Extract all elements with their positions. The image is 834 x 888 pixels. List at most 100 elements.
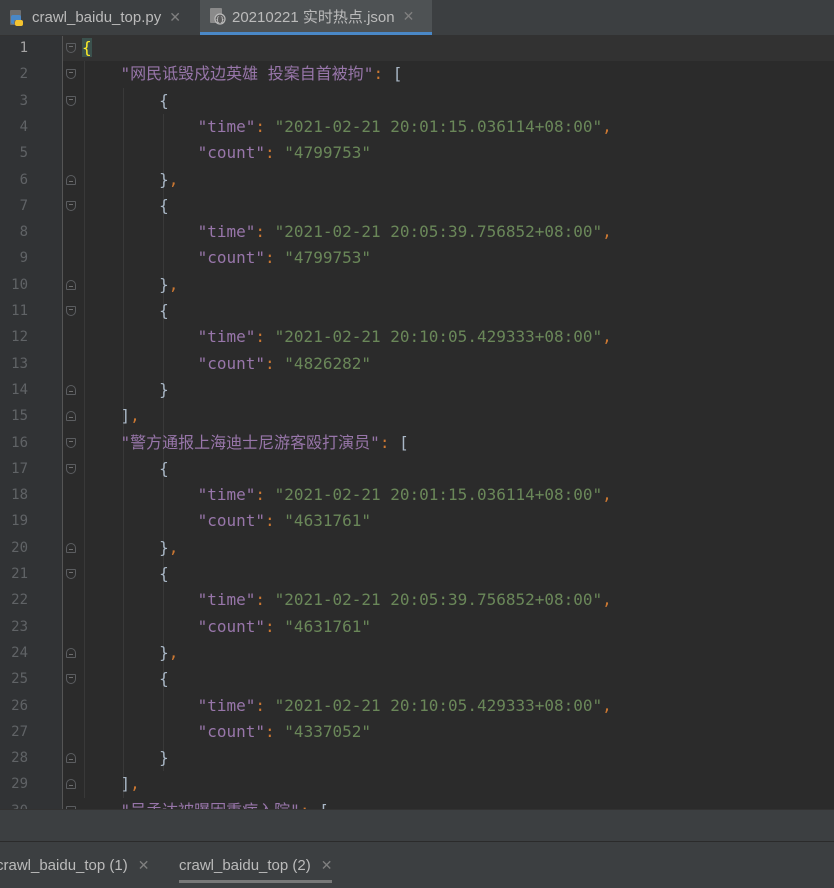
line-number: 7 [19, 197, 28, 214]
code-line: }, [82, 535, 178, 561]
current-line-highlight [63, 36, 834, 61]
code-line: } [82, 377, 169, 403]
code-line: "time": "2021-02-21 20:05:39.756852+08:0… [82, 587, 612, 613]
code-token: : [265, 353, 285, 373]
fold-collapse-icon[interactable] [66, 69, 76, 80]
code-line: "警方通报上海迪士尼游客殴打演员": [ [82, 430, 409, 456]
line-number: 28 [11, 750, 28, 767]
code-token: "2021-02-21 20:05:39.756852+08:00" [274, 590, 603, 610]
json-file-icon: {} [208, 7, 226, 25]
close-icon[interactable]: ✕ [138, 857, 150, 873]
code-token: "time" [197, 116, 256, 136]
line-number: 14 [11, 381, 28, 398]
line-number: 2 [19, 66, 28, 83]
code-token: "time" [197, 695, 256, 715]
line-number: 22 [11, 592, 28, 609]
code-token: , [168, 169, 179, 189]
code-line: "time": "2021-02-21 20:10:05.429333+08:0… [82, 324, 612, 350]
code-token: , [602, 590, 612, 610]
fold-collapse-icon[interactable] [66, 437, 76, 448]
line-number-gutter: 1 2 3 4 5 6 7 8 9 10 11 12 13 14 15 16 17 18 19 20 21 22 23 24 2… [0, 36, 63, 809]
fold-end-icon[interactable] [66, 384, 76, 395]
line-number: 3 [19, 92, 28, 109]
tab-label: 20210221 实时热点.json [232, 8, 395, 26]
code-token: : [300, 801, 319, 809]
code-token: , [130, 406, 140, 426]
run-tab-crawl-baidu-top-1[interactable]: crawl_baidu_top (1) ✕ [0, 850, 149, 880]
line-number: 20 [11, 539, 28, 556]
fold-end-icon[interactable] [66, 779, 76, 790]
line-number: 17 [11, 460, 28, 477]
code-line: "time": "2021-02-21 20:01:15.036114+08:0… [82, 114, 612, 140]
code-line: { [82, 456, 169, 482]
fold-end-icon[interactable] [66, 753, 76, 764]
code-token: , [168, 642, 179, 662]
tab-label: crawl_baidu_top.py [32, 9, 162, 26]
code-token: : [265, 248, 285, 268]
code-line: { [82, 193, 169, 219]
fold-end-icon[interactable] [66, 279, 76, 290]
fold-collapse-icon[interactable] [66, 200, 76, 211]
code-token: ] [120, 774, 131, 794]
line-number: 4 [19, 118, 28, 135]
code-line: { [82, 298, 169, 324]
code-token: , [168, 274, 179, 294]
fold-collapse-icon[interactable] [66, 43, 76, 53]
tab-crawl-baidu-top-py[interactable]: crawl_baidu_top.py ✕ [0, 0, 198, 35]
line-number: 12 [11, 329, 28, 346]
code-token: ] [120, 406, 131, 426]
code-token: "2021-02-21 20:10:05.429333+08:00" [274, 695, 603, 715]
close-icon[interactable]: ✕ [403, 8, 415, 25]
close-icon[interactable]: ✕ [321, 857, 333, 873]
code-line: { [82, 88, 169, 114]
line-number: 15 [11, 408, 28, 425]
code-editor[interactable]: 1 2 3 4 5 6 7 8 9 10 11 12 13 14 15 16 17 18 19 20 21 22 23 24 2… [0, 36, 834, 809]
fold-collapse-icon[interactable] [66, 463, 76, 474]
line-number: 1 [19, 40, 28, 56]
code-token: "2021-02-21 20:10:05.429333+08:00" [274, 327, 603, 347]
run-tool-window-tabs: crawl_baidu_top (1) ✕ crawl_baidu_top (2)… [0, 841, 834, 888]
fold-end-icon[interactable] [66, 647, 76, 658]
code-token: "4337052" [284, 721, 371, 741]
fold-collapse-icon[interactable] [66, 306, 76, 316]
code-token: { [82, 38, 92, 57]
code-token: : [265, 721, 285, 741]
code-line: ], [82, 771, 140, 797]
tab-20210221-json[interactable]: {} 20210221 实时热点.json ✕ [200, 0, 432, 35]
code-token: } [159, 169, 169, 189]
fold-collapse-icon[interactable] [66, 569, 76, 579]
code-token: , [602, 116, 612, 136]
code-token: , [602, 695, 612, 715]
code-token: "4799753" [284, 143, 371, 163]
editor-status-strip [0, 809, 834, 842]
fold-collapse-icon[interactable] [66, 674, 76, 685]
code-token: "2021-02-21 20:05:39.756852+08:00" [274, 222, 603, 242]
close-icon[interactable]: ✕ [169, 9, 181, 26]
code-token: } [159, 748, 169, 768]
fold-end-icon[interactable] [66, 174, 76, 185]
fold-end-icon[interactable] [66, 411, 76, 422]
code-line: }, [82, 640, 178, 666]
code-token: , [130, 774, 140, 794]
code-token: [ [319, 801, 329, 809]
line-number: 30 [0, 798, 28, 809]
run-tab-crawl-baidu-top-2[interactable]: crawl_baidu_top (2) ✕ [179, 850, 333, 883]
code-token: "4799753" [284, 248, 371, 268]
fold-collapse-icon[interactable] [66, 95, 76, 106]
fold-end-icon[interactable] [66, 542, 76, 553]
